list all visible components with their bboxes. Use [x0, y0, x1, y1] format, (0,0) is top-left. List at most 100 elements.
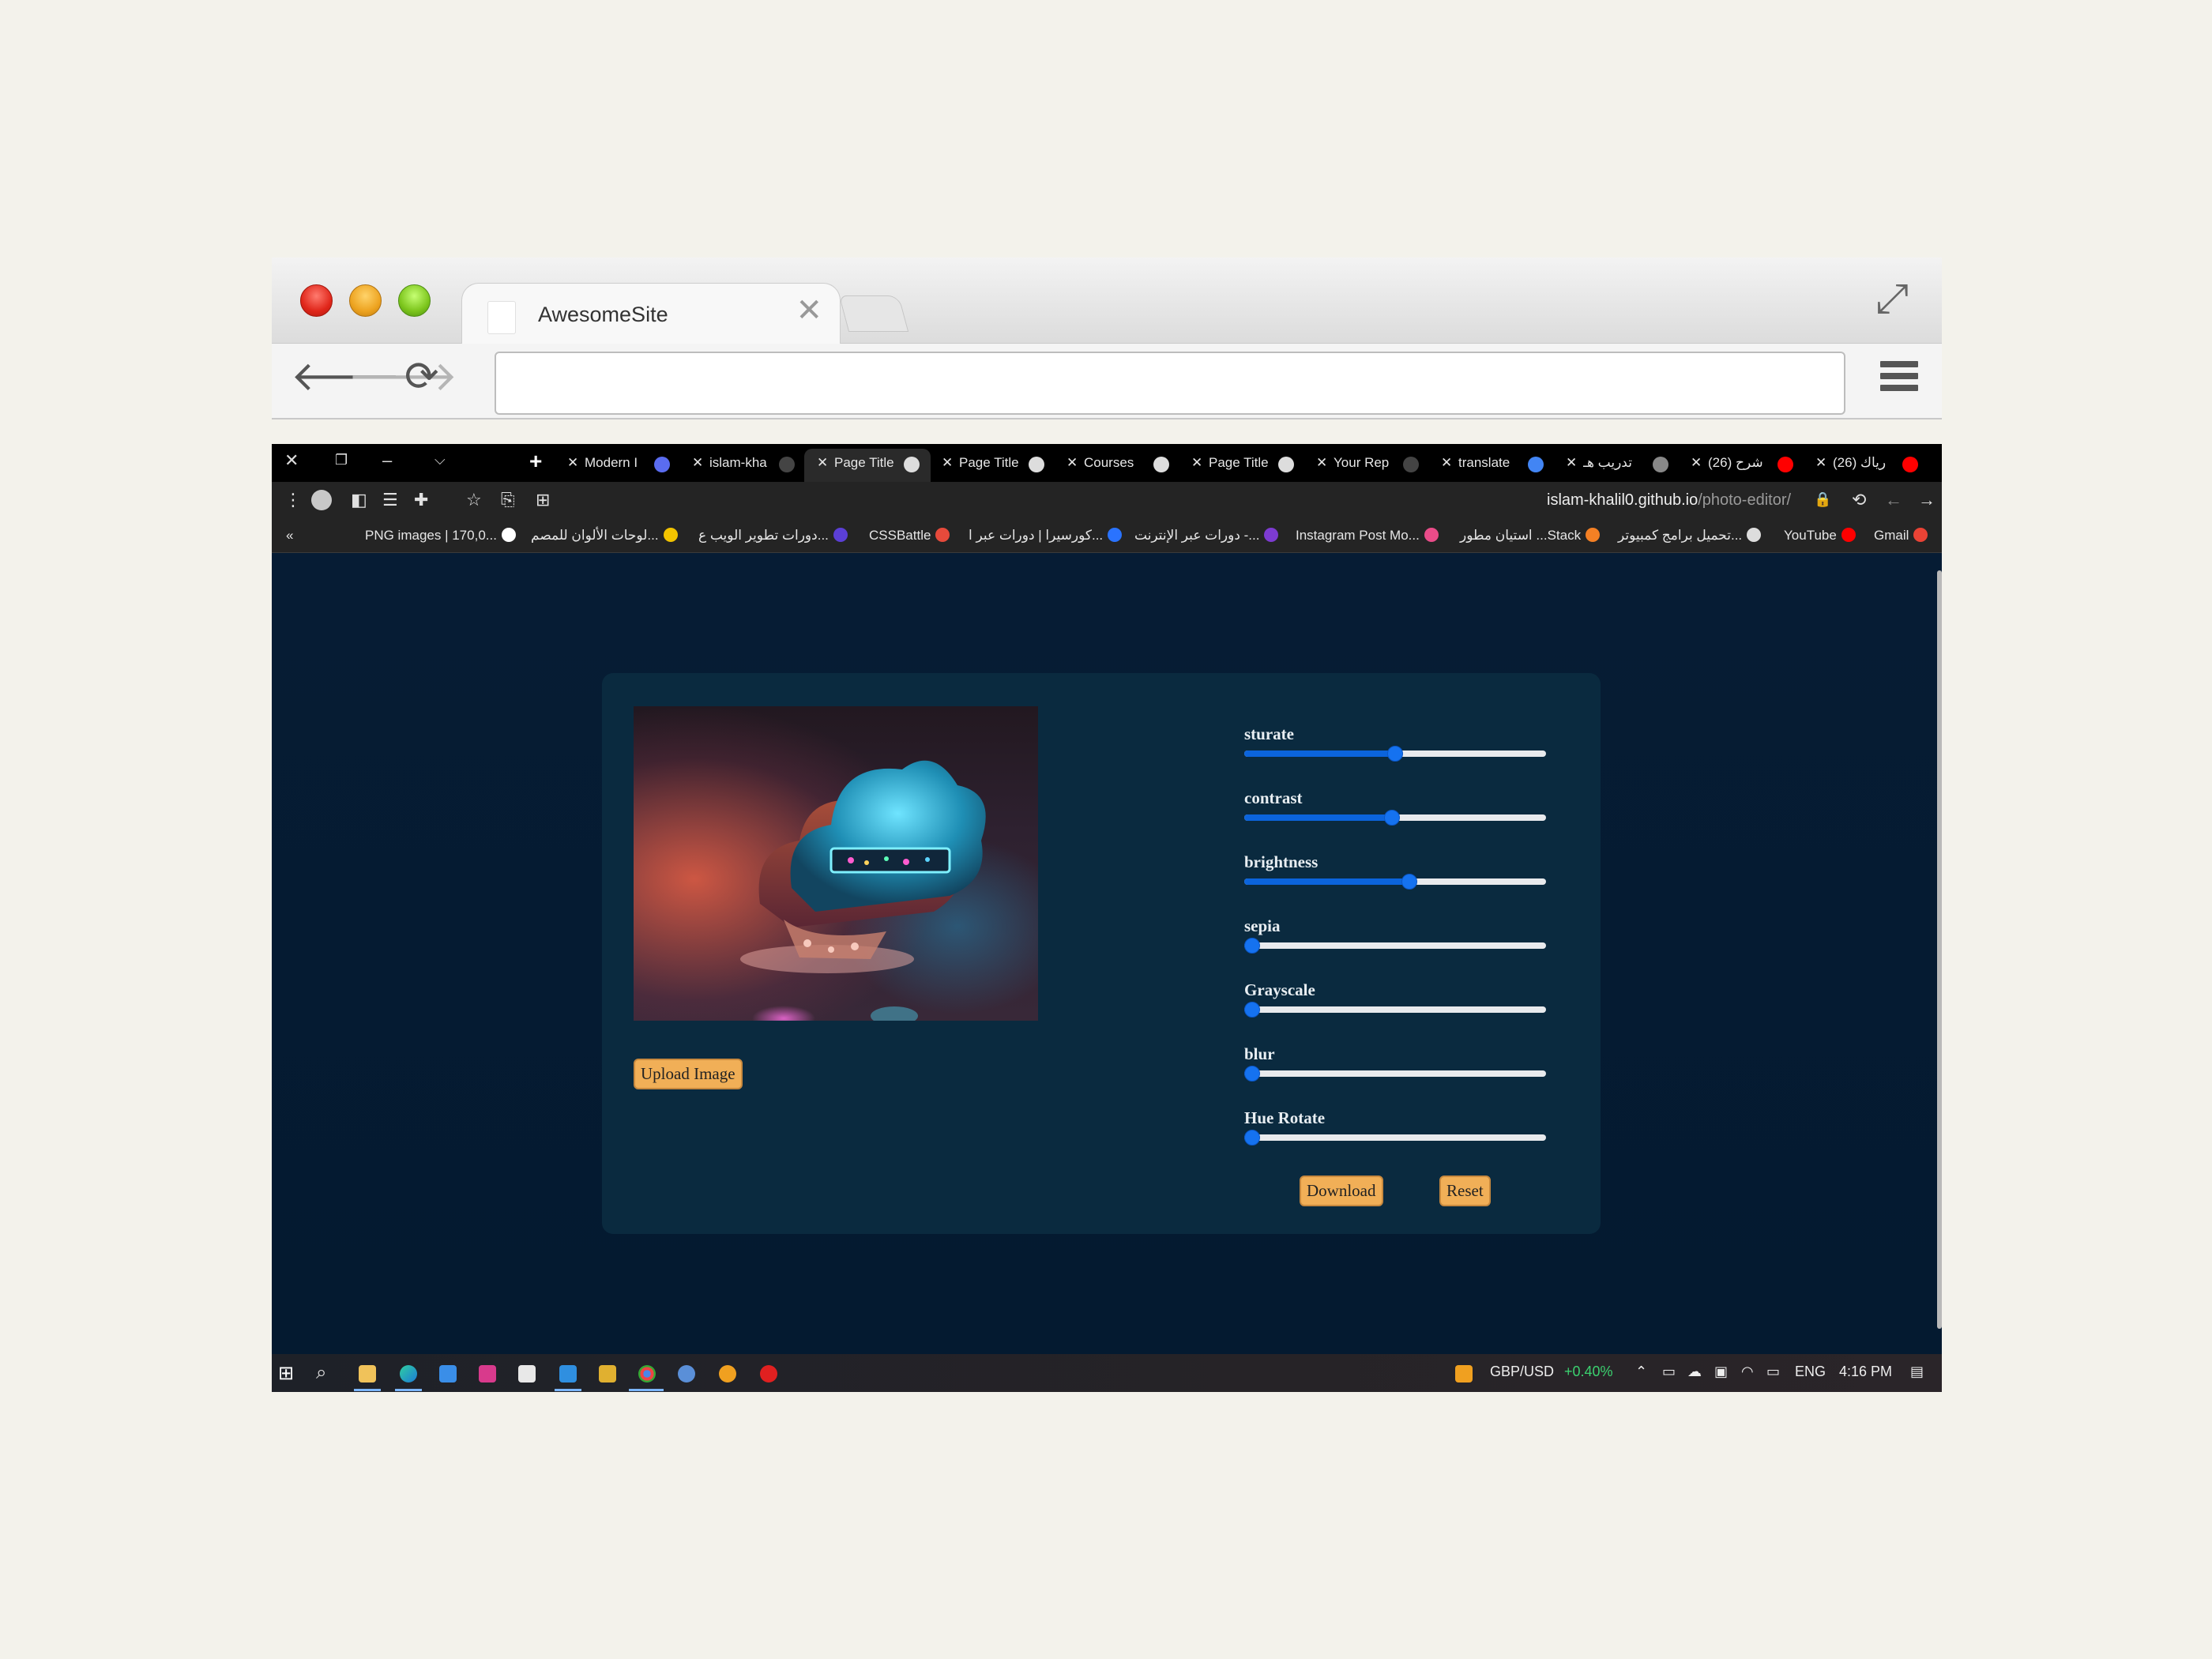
jetbrains-icon[interactable] [479, 1365, 496, 1382]
forward-arrow-icon[interactable]: 🡒 [348, 356, 457, 397]
inner-tab[interactable]: ✕ translate [1428, 449, 1555, 482]
inner-tab[interactable]: ✕ Modern I [555, 449, 681, 482]
close-tab-icon[interactable]: ✕ [1066, 455, 1078, 471]
star-icon[interactable]: ☆ [466, 490, 482, 510]
filter-slider[interactable] [1244, 938, 1546, 954]
bookmark-item[interactable]: YouTube [1784, 528, 1856, 544]
app-icon[interactable] [678, 1365, 695, 1382]
vscode-icon[interactable] [559, 1365, 577, 1382]
windows-start-icon[interactable]: ⊞ [278, 1362, 294, 1385]
close-tab-icon[interactable]: ✕ [942, 455, 953, 471]
opera-icon[interactable] [760, 1365, 777, 1382]
battery-icon[interactable]: ▭ [1766, 1364, 1780, 1380]
bookmark-item[interactable]: Instagram Post Mo... [1296, 528, 1439, 544]
maximize-window-button[interactable] [398, 284, 431, 317]
inner-tab[interactable]: ✕ (26) شرح [1678, 449, 1804, 482]
close-tab-icon[interactable]: ✕ [1441, 455, 1452, 471]
address-bar[interactable] [495, 352, 1845, 415]
meet-icon[interactable]: ▭ [1662, 1364, 1676, 1380]
slider-thumb[interactable] [1244, 1130, 1260, 1146]
inner-tab[interactable]: ✕ islam-kha [679, 449, 806, 482]
bookmark-item[interactable]: Gmail [1874, 528, 1928, 544]
reset-button[interactable]: Reset [1439, 1176, 1491, 1206]
filter-slider[interactable] [1244, 1130, 1546, 1146]
slider-thumb[interactable] [1384, 810, 1401, 826]
fullscreen-icon[interactable]: ⤢ [1875, 278, 1909, 319]
bookmark-item[interactable]: PNG images | 170,0... [365, 528, 516, 544]
extensions-icon[interactable]: ✚ [414, 490, 428, 510]
language-indicator[interactable]: ENG [1795, 1364, 1826, 1380]
slider-thumb[interactable] [1244, 938, 1260, 954]
bookmark-item[interactable]: دورات عبر الإنترنت -... [1134, 528, 1279, 544]
filter-slider[interactable] [1244, 746, 1546, 762]
slider-thumb[interactable] [1387, 746, 1403, 762]
bookmark-item[interactable]: CSSBattle [869, 528, 950, 544]
share-icon[interactable]: ⎘ [501, 490, 515, 510]
close-tab-icon[interactable]: ✕ [1191, 455, 1202, 471]
slider-thumb[interactable] [1401, 874, 1418, 890]
close-tab-icon[interactable]: ✕ [1316, 455, 1327, 471]
back-arrow-icon[interactable]: ← [1885, 490, 1902, 510]
bookmark-item[interactable]: تحميل برامج كمبيوتر... [1618, 528, 1762, 544]
close-tab-icon[interactable]: ✕ [817, 455, 828, 471]
filter-slider[interactable] [1244, 810, 1546, 826]
install-icon[interactable]: ⊞ [536, 490, 550, 510]
display-icon[interactable]: ▣ [1714, 1364, 1728, 1380]
currency-pair[interactable]: GBP/USD [1490, 1364, 1554, 1380]
notifications-icon[interactable]: ▤ [1910, 1364, 1924, 1380]
mail-icon[interactable] [439, 1365, 457, 1382]
slider-thumb[interactable] [1244, 1002, 1260, 1018]
close-tab-icon[interactable]: ✕ [567, 455, 578, 471]
menu-icon[interactable] [1880, 361, 1918, 393]
restore-icon[interactable]: ❐ [335, 452, 348, 468]
bookmark-item[interactable]: استيان مطور ...Stack [1460, 528, 1601, 544]
wifi-icon[interactable]: ◠ [1741, 1364, 1754, 1380]
close-tab-icon[interactable]: ✕ [1566, 455, 1577, 471]
reload-icon[interactable]: ⟲ [1852, 490, 1866, 510]
inner-tab[interactable]: ✕ Page Title [804, 449, 931, 482]
sidebar-icon[interactable]: ◧ [351, 490, 367, 510]
search-icon[interactable]: ⌕ [316, 1362, 326, 1384]
new-tab-plus-icon[interactable]: + [529, 449, 542, 474]
file-explorer-icon[interactable] [359, 1365, 376, 1382]
forward-arrow-icon[interactable]: → [1918, 490, 1936, 510]
chevron-down-icon[interactable]: ⌵ [434, 452, 446, 468]
inner-tab[interactable]: ✕ Page Title [929, 449, 1055, 482]
inner-tab[interactable]: ✕ (26) رياك [1803, 449, 1929, 482]
close-window-button[interactable] [300, 284, 333, 317]
download-button[interactable]: Download [1300, 1176, 1383, 1206]
bookmark-item[interactable]: دورات تطوير الويب ع... [698, 528, 848, 544]
upload-image-button[interactable]: Upload Image [634, 1059, 743, 1089]
sketch-icon[interactable] [599, 1365, 616, 1382]
inner-tab[interactable]: ✕ Courses [1054, 449, 1180, 482]
edge-icon[interactable] [400, 1365, 417, 1382]
close-tab-icon[interactable]: ✕ [692, 455, 703, 471]
new-tab-button[interactable] [838, 295, 909, 332]
close-icon[interactable]: ✕ [284, 450, 299, 471]
inner-tab[interactable]: ✕ تدريب هـ [1553, 449, 1680, 482]
scrollbar[interactable] [1937, 570, 1942, 1329]
filter-slider[interactable] [1244, 1066, 1546, 1082]
minimize-window-button[interactable] [349, 284, 382, 317]
bookmark-item[interactable]: كورسيرا | دورات عبر ا... [969, 528, 1123, 544]
clock[interactable]: 4:16 PM [1839, 1364, 1892, 1380]
store-icon[interactable] [518, 1365, 536, 1382]
url-field[interactable]: islam-khalil0.github.io/photo-editor/ [1547, 491, 1791, 510]
close-tab-icon[interactable]: ✕ [1691, 455, 1702, 471]
inner-tab[interactable]: ✕ Page Title [1179, 449, 1305, 482]
bookmark-item[interactable]: لوحات الألوان للمصم... [531, 528, 678, 544]
reading-list-icon[interactable]: ☰ [382, 490, 398, 510]
filter-slider[interactable] [1244, 874, 1546, 890]
more-icon[interactable]: ⋮ [284, 490, 302, 510]
reload-icon[interactable]: ⟳ [404, 356, 439, 397]
minimize-icon[interactable]: – [382, 450, 392, 471]
bookmarks-overflow-icon[interactable]: « [286, 528, 293, 544]
close-tab-icon[interactable]: ✕ [1815, 455, 1826, 471]
brave-icon[interactable] [719, 1365, 736, 1382]
close-tab-icon[interactable]: ✕ [796, 295, 822, 326]
cloud-icon[interactable]: ☁ [1687, 1364, 1702, 1380]
outer-tab-active[interactable]: AwesomeSite ✕ [461, 283, 841, 346]
inner-tab[interactable]: ✕ Your Rep [1304, 449, 1430, 482]
chrome-icon[interactable] [638, 1365, 656, 1382]
chevron-up-icon[interactable]: ⌃ [1635, 1364, 1647, 1380]
